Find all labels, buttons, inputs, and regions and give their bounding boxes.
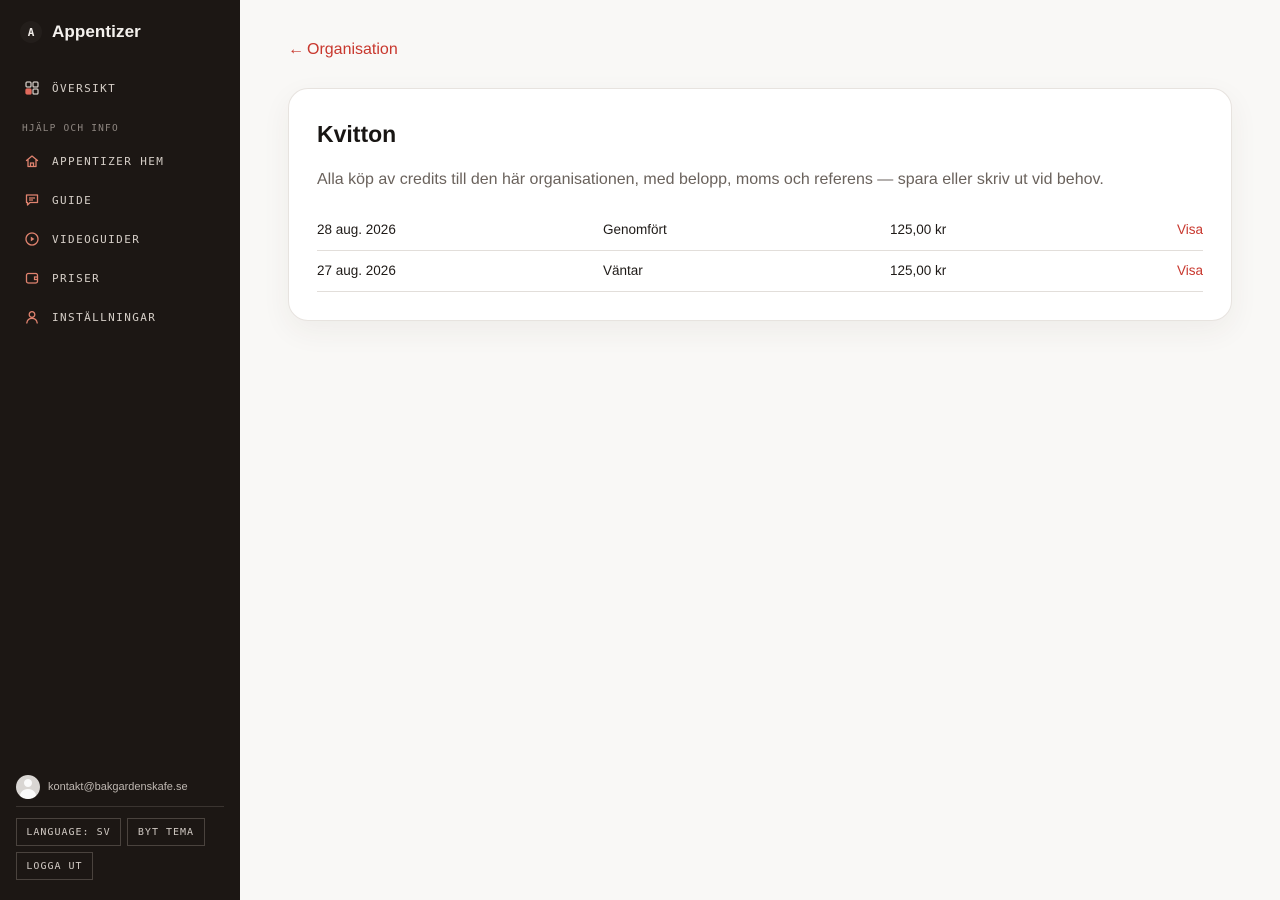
receipts-card: Kvitton Alla köp av credits till den här… [288,88,1232,321]
sidebar-item-oversikt[interactable]: ÖVERSIKT [24,78,116,98]
receipt-amount: 125,00 kr [890,222,947,237]
brand[interactable]: A Appentizer [20,20,141,44]
home-icon [24,153,40,169]
receipt-date: 27 aug. 2026 [317,263,396,278]
sidebar-item-label: INSTÄLLNINGAR [52,310,157,324]
sidebar-item-installningar[interactable]: INSTÄLLNINGAR [24,307,156,327]
receipt-status: Genomfört [603,222,667,237]
sidebar-item-appentizer-hem[interactable]: APPENTIZER HEM [24,151,164,171]
view-receipt-link[interactable]: Visa [1177,263,1203,278]
sidebar-item-label: ÖVERSIKT [52,81,117,95]
view-receipt-link[interactable]: Visa [1177,222,1203,237]
play-circle-icon [24,231,40,247]
page-title: Kvitton [317,121,397,147]
sidebar-item-videoguider[interactable]: VIDEOGUIDER [24,229,140,249]
sidebar-item-label: VIDEOGUIDER [52,232,141,246]
back-link-label: Organisation [307,41,398,58]
receipt-status: Väntar [603,263,643,278]
arrow-left-icon: ← [288,41,304,58]
receipt-date: 28 aug. 2026 [317,222,396,237]
receipt-amount: 125,00 kr [890,263,947,278]
sidebar-item-label: PRISER [52,271,101,285]
avatar [16,775,40,799]
sidebar-item-label: APPENTIZER HEM [52,154,165,168]
sidebar-item-label: GUIDE [52,193,93,207]
wallet-icon [24,270,40,286]
brand-logo: A [20,21,42,43]
user-profile[interactable]: kontakt@bakgardenskafe.se [16,775,224,807]
grid-icon [24,80,40,96]
table-row: 27 aug. 2026 Väntar 125,00 kr Visa [317,250,1203,292]
sidebar: A Appentizer ÖVERSIKT HJÄLP OCH INFO APP… [0,0,240,900]
table-row: 28 aug. 2026 Genomfört 125,00 kr Visa [317,209,1203,251]
user-icon [24,309,40,325]
sidebar-item-priser[interactable]: PRISER [24,268,100,288]
back-to-organisation-link[interactable]: ← Organisation [288,41,398,59]
page-description: Alla köp av credits till den här organis… [317,171,1104,188]
sidebar-item-guide[interactable]: GUIDE [24,190,92,210]
brand-name: Appentizer [52,22,141,41]
chat-icon [24,192,40,208]
sidebar-section-label: HJÄLP OCH INFO [22,123,119,134]
language-button[interactable]: LANGUAGE: SV [16,818,121,846]
user-email: kontakt@bakgardenskafe.se [48,781,188,793]
theme-toggle-button[interactable]: BYT TEMA [127,818,205,846]
logout-button[interactable]: LOGGA UT [16,852,93,880]
